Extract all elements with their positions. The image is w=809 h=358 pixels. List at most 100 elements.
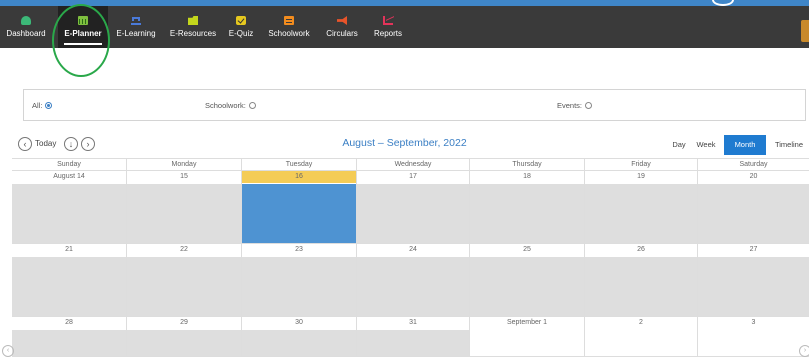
day-cell[interactable]: 2 [585, 317, 698, 356]
day-body[interactable] [357, 184, 469, 243]
day-body[interactable] [357, 257, 469, 316]
day-cell[interactable]: 30 [242, 317, 357, 356]
nav-reports[interactable]: Reports [369, 6, 407, 48]
weekday-label: Thursday [470, 159, 585, 170]
day-body[interactable] [242, 330, 356, 356]
day-body[interactable] [12, 330, 126, 356]
dashboard-icon [21, 16, 31, 25]
filter-bar: All: Schoolwork: Events: [23, 89, 806, 121]
nav-label: Schoolwork [268, 29, 310, 38]
selected-day-body[interactable] [242, 184, 356, 243]
megaphone-icon [337, 16, 347, 25]
book-icon [284, 16, 294, 25]
day-body[interactable] [585, 330, 697, 356]
day-number: 15 [180, 173, 188, 180]
day-cell[interactable]: 15 [127, 171, 242, 243]
week-row: August 14 15 16 17 18 19 20 [12, 171, 809, 244]
day-body[interactable] [470, 330, 584, 356]
nav-schoolwork[interactable]: Schoolwork [264, 6, 314, 48]
day-number: 23 [295, 246, 303, 253]
nav-e-quiz[interactable]: E-Quiz [224, 6, 258, 48]
day-number: 21 [65, 246, 73, 253]
nav-e-learning[interactable]: E-Learning [112, 6, 160, 48]
day-cell[interactable]: 25 [470, 244, 585, 316]
day-body[interactable] [127, 330, 241, 356]
main-navbar: Dashboard E-Planner E-Learning E-Resourc… [0, 6, 809, 48]
filter-label: Events: [557, 100, 583, 110]
day-body[interactable] [698, 330, 809, 356]
day-cell[interactable]: 29 [127, 317, 242, 356]
day-body[interactable] [357, 330, 469, 356]
day-cell[interactable]: 3 [698, 317, 809, 356]
day-cell[interactable]: 28 [12, 317, 127, 356]
weekday-label: Saturday [739, 161, 768, 168]
weekday-label: Wednesday [357, 159, 470, 170]
day-body[interactable] [127, 257, 241, 316]
view-week-button[interactable]: Week [693, 135, 719, 155]
nav-label: E-Quiz [228, 29, 254, 38]
day-cell[interactable]: 19 [585, 171, 698, 243]
day-cell[interactable]: 31 [357, 317, 470, 356]
day-number: 30 [295, 319, 303, 326]
scroll-right-icon[interactable]: › [799, 345, 809, 357]
folder-icon [188, 16, 198, 25]
day-cell[interactable]: 21 [12, 244, 127, 316]
weekday-label: Sunday [12, 159, 127, 170]
day-body[interactable] [12, 257, 126, 316]
nav-dashboard[interactable]: Dashboard [0, 6, 52, 48]
day-cell[interactable]: 27 [698, 244, 809, 316]
day-body[interactable] [585, 257, 697, 316]
day-number: 2 [639, 319, 643, 326]
radio-icon[interactable] [248, 101, 256, 109]
view-timeline-button[interactable]: Timeline [771, 135, 807, 155]
nav-e-resources[interactable]: E-Resources [167, 6, 219, 48]
day-cell[interactable]: 20 [698, 171, 809, 243]
day-cell[interactable]: 17 [357, 171, 470, 243]
nav-label: Dashboard [6, 29, 46, 38]
filter-label: All: [32, 100, 43, 110]
day-cell[interactable]: 18 [470, 171, 585, 243]
week-row: 21 22 23 24 25 26 27 [12, 244, 809, 317]
nav-circulars[interactable]: Circulars [320, 6, 364, 48]
day-number: 16 [242, 171, 356, 183]
day-cell[interactable]: 24 [357, 244, 470, 316]
calendar-icon [78, 16, 88, 25]
radio-selected-icon[interactable] [45, 101, 53, 109]
radio-icon[interactable] [585, 101, 593, 109]
week-row: 28 29 30 31 September 1 2 3 [12, 317, 809, 357]
day-number: 31 [409, 319, 417, 326]
day-body[interactable] [242, 257, 356, 316]
day-body[interactable] [470, 257, 584, 316]
user-menu-button[interactable] [801, 20, 809, 42]
day-body[interactable] [585, 184, 697, 243]
day-body[interactable] [698, 184, 809, 243]
nav-label: E-Planner [64, 29, 102, 38]
day-cell[interactable]: August 14 [12, 171, 127, 243]
day-number: 18 [523, 173, 531, 180]
checkbox-icon [236, 16, 246, 25]
filter-all[interactable]: All: [32, 90, 53, 120]
nav-e-planner[interactable]: E-Planner [58, 6, 108, 48]
scroll-left-icon[interactable]: ‹ [2, 345, 14, 357]
view-day-button[interactable]: Day [668, 135, 690, 155]
filter-events[interactable]: Events: [557, 90, 593, 120]
day-body[interactable] [12, 184, 126, 243]
day-number: 20 [749, 173, 758, 180]
weekday-header: Sunday Monday Tuesday Wednesday Thursday… [12, 158, 809, 171]
day-body[interactable] [698, 257, 809, 316]
day-body[interactable] [127, 184, 241, 243]
day-number: September 1 [506, 319, 548, 326]
filter-schoolwork[interactable]: Schoolwork: [205, 90, 256, 120]
day-cell[interactable]: 26 [585, 244, 698, 316]
day-number: 22 [180, 246, 188, 253]
day-cell[interactable]: 23 [242, 244, 357, 316]
day-cell[interactable]: September 1 [470, 317, 585, 356]
day-number: August 14 [53, 173, 85, 180]
day-body[interactable] [470, 184, 584, 243]
chart-icon [383, 16, 393, 25]
view-month-button[interactable]: Month [724, 135, 766, 155]
weekday-label: Friday [585, 159, 698, 170]
day-cell[interactable]: 22 [127, 244, 242, 316]
day-cell-today[interactable]: 16 [242, 171, 357, 243]
day-number: 28 [65, 319, 73, 326]
